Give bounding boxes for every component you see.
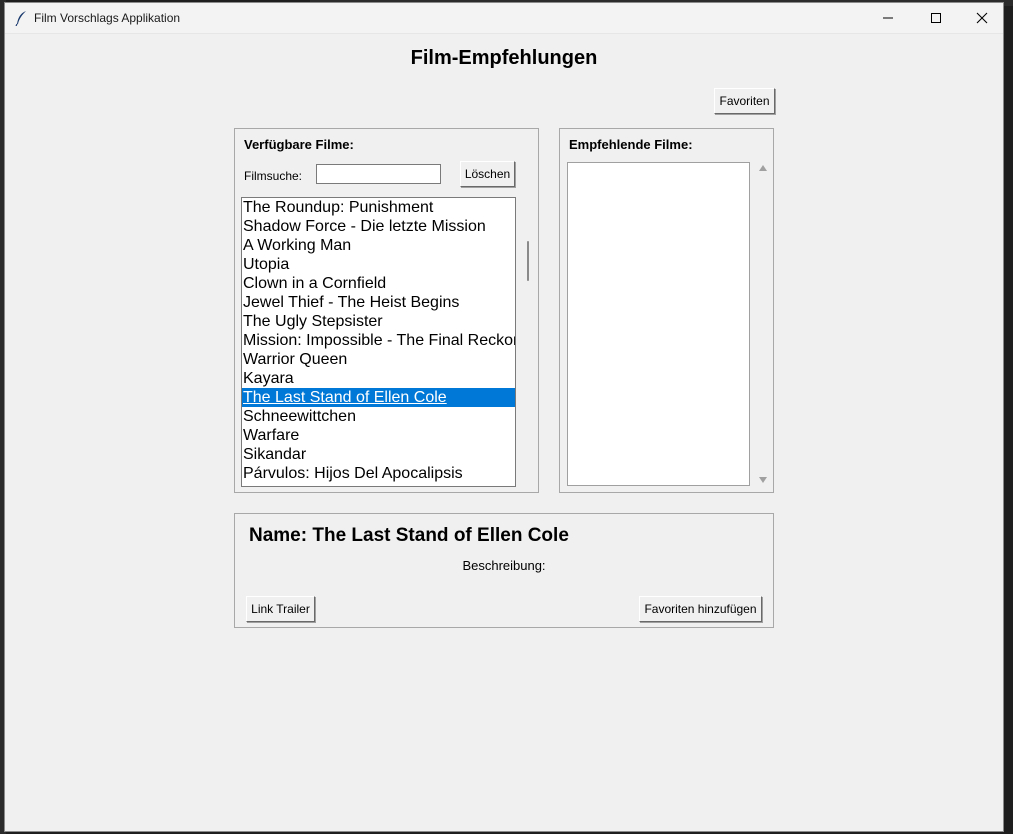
trailer-link-button[interactable]: Link Trailer (246, 596, 315, 622)
film-list-item[interactable]: Párvulos: Hijos Del Apocalipsis (242, 464, 515, 483)
close-button[interactable] (959, 3, 1003, 33)
recommended-films-list[interactable] (567, 162, 750, 486)
maximize-button[interactable] (913, 3, 959, 33)
recommended-films-label: Empfehlende Filme: (569, 137, 693, 152)
favorites-button[interactable]: Favoriten (714, 88, 775, 114)
minimize-icon (883, 17, 893, 19)
page-title: Film-Empfehlungen (410, 47, 598, 69)
film-list-item[interactable]: A Working Man (242, 236, 515, 255)
recommended-films-frame: Empfehlende Filme: (559, 128, 774, 493)
window-title: Film Vorschlags Applikation (34, 11, 181, 25)
film-list-item[interactable]: Shadow Force - Die letzte Mission (242, 217, 515, 236)
scroll-down-arrow-icon[interactable] (758, 476, 768, 484)
film-list-item[interactable]: Schneewittchen (242, 407, 515, 426)
films-scrollbar[interactable] (521, 197, 535, 487)
title-bar[interactable]: Film Vorschlags Applikation (5, 3, 1003, 34)
clear-search-button[interactable]: Löschen (460, 161, 515, 187)
scroll-up-arrow-icon[interactable] (758, 164, 768, 172)
search-label: Filmsuche: (244, 169, 303, 183)
film-list-item[interactable]: Warfare (242, 426, 515, 445)
film-list-item[interactable]: The Roundup: Punishment (242, 198, 515, 217)
maximize-icon (931, 13, 941, 23)
film-details-frame: Name: The Last Stand of Ellen Cole Besch… (234, 513, 774, 628)
film-description-label: Beschreibung: (462, 558, 546, 573)
search-input[interactable] (316, 164, 441, 184)
film-list-item[interactable]: The Last Stand of Ellen Cole (242, 388, 515, 407)
film-list-item[interactable]: Utopia (242, 255, 515, 274)
films-scroll-thumb[interactable] (527, 241, 529, 281)
available-films-frame: Verfügbare Filme: Filmsuche: Löschen The… (234, 128, 539, 493)
recommended-scrollbar[interactable] (756, 162, 770, 486)
feather-icon (15, 11, 26, 26)
film-list-item[interactable]: Sikandar (242, 445, 515, 464)
film-list-item[interactable]: Warrior Queen (242, 350, 515, 369)
film-list-item[interactable]: Kayara (242, 369, 515, 388)
close-icon (976, 12, 988, 24)
add-favorite-button[interactable]: Favoriten hinzufügen (639, 596, 762, 622)
film-list-item[interactable]: Jewel Thief - The Heist Begins (242, 293, 515, 312)
film-list-item[interactable]: Clown in a Cornfield (242, 274, 515, 293)
available-films-label: Verfügbare Filme: (244, 137, 354, 152)
film-list-item[interactable]: Mission: Impossible - The Final Reckonin… (242, 331, 515, 350)
available-films-list[interactable]: The Roundup: Punishment Shadow Force - Di… (241, 197, 516, 487)
minimize-button[interactable] (865, 3, 911, 33)
film-list-item[interactable]: The Ugly Stepsister (242, 312, 515, 331)
film-name: Name: The Last Stand of Ellen Cole (249, 525, 569, 546)
app-window: Film Vorschlags Applikation Film-Empfehl… (4, 2, 1004, 832)
